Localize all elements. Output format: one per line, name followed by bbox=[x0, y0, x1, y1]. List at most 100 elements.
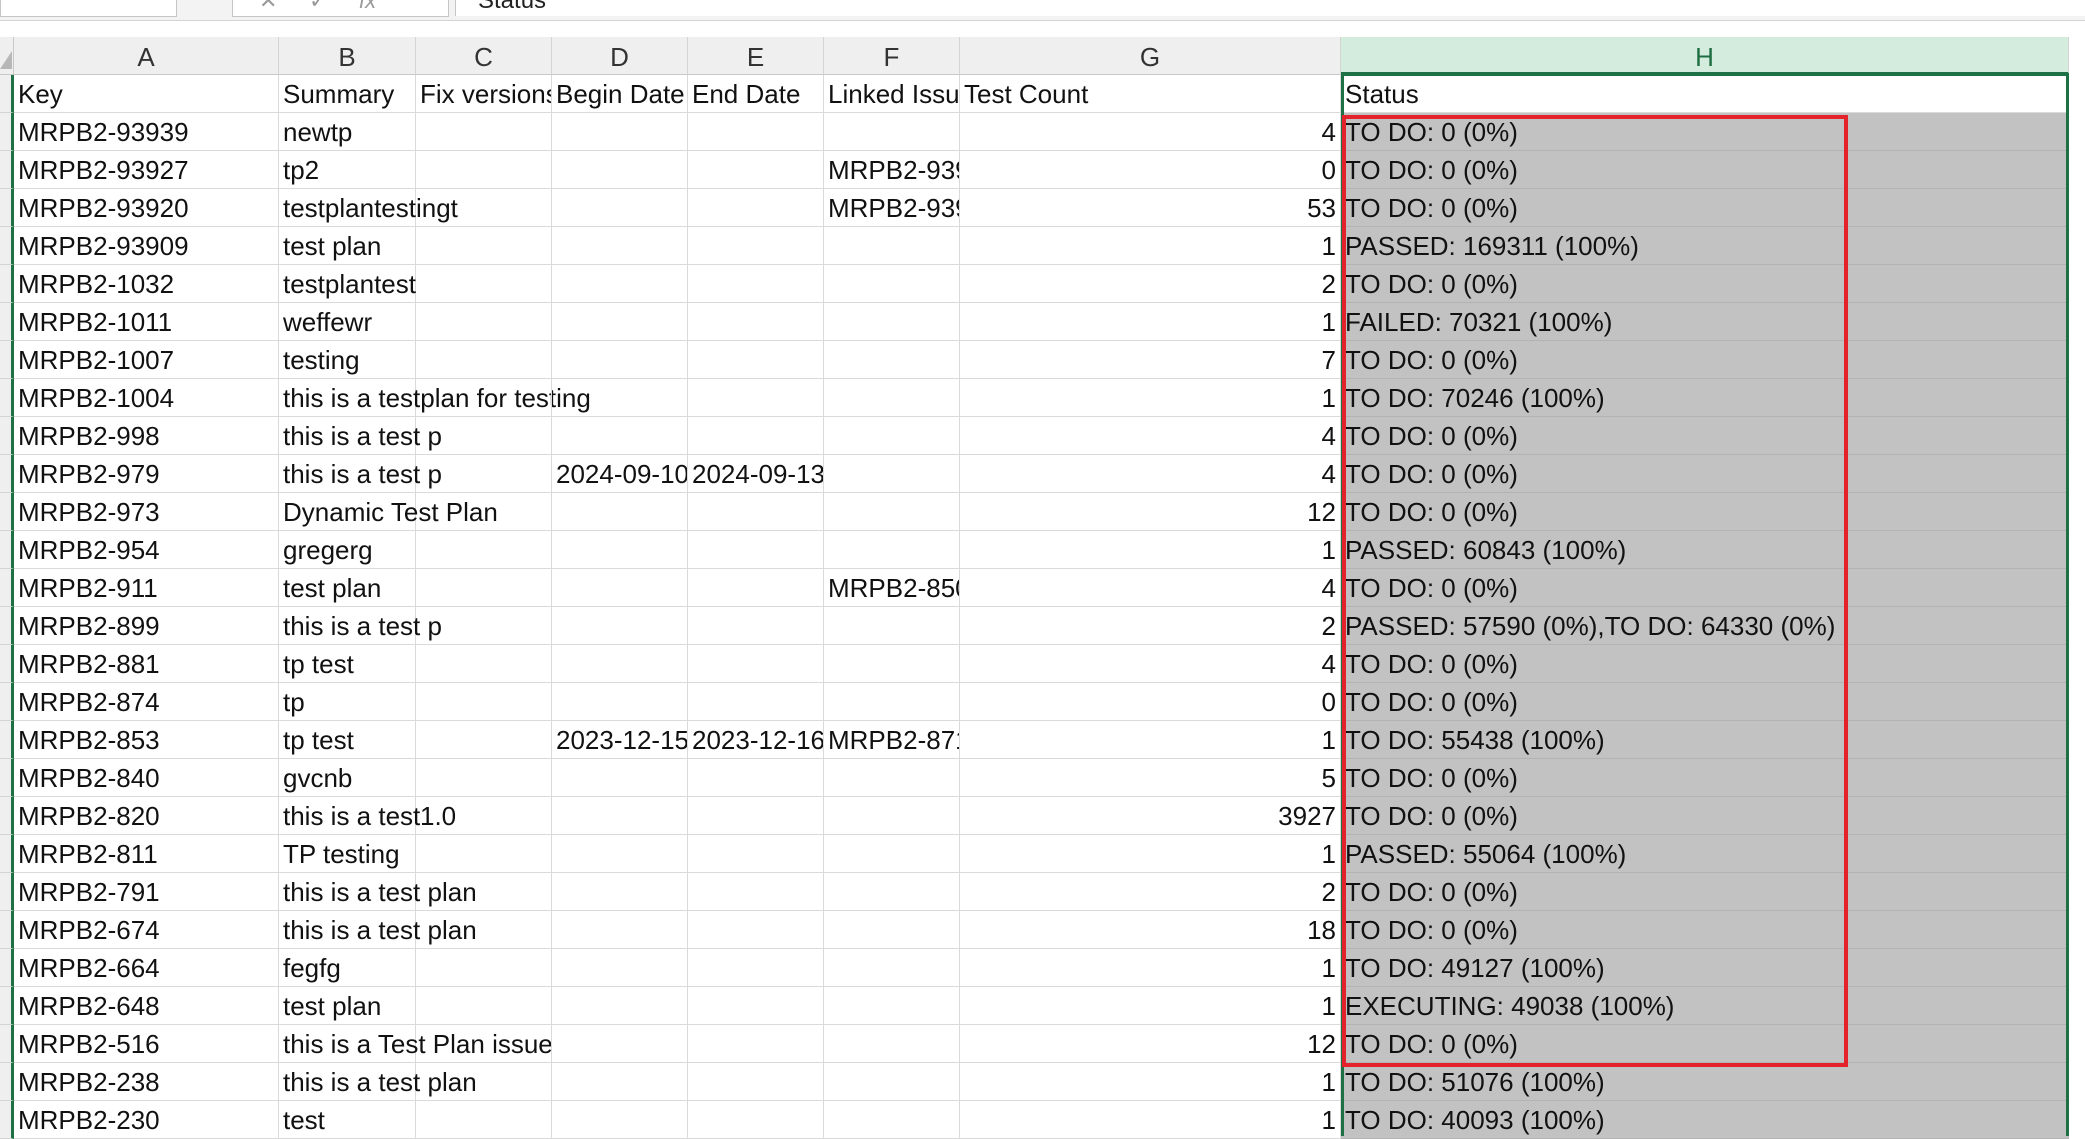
cell-key[interactable]: MRPB2-93927 bbox=[14, 151, 279, 189]
row-header[interactable] bbox=[0, 113, 14, 151]
cell-linked[interactable] bbox=[824, 797, 960, 835]
row-header[interactable] bbox=[0, 683, 14, 721]
row-header[interactable] bbox=[0, 987, 14, 1025]
cell-end[interactable] bbox=[688, 949, 824, 987]
cell-status[interactable]: EXECUTING: 49038 (100%) bbox=[1341, 987, 2069, 1025]
cell-end[interactable] bbox=[688, 189, 824, 227]
cell-end[interactable] bbox=[688, 683, 824, 721]
cell-linked[interactable] bbox=[824, 531, 960, 569]
cell-end[interactable] bbox=[688, 379, 824, 417]
cell-key[interactable]: MRPB2-93939 bbox=[14, 113, 279, 151]
cell-key[interactable]: MRPB2-874 bbox=[14, 683, 279, 721]
cell-status[interactable]: TO DO: 55438 (100%) bbox=[1341, 721, 2069, 759]
cell-fix[interactable] bbox=[416, 835, 552, 873]
cell-linked[interactable] bbox=[824, 607, 960, 645]
cell-count[interactable]: 1 bbox=[960, 721, 1341, 759]
row-header[interactable] bbox=[0, 1025, 14, 1063]
cell-status[interactable]: TO DO: 0 (0%) bbox=[1341, 265, 2069, 303]
cell-linked[interactable] bbox=[824, 379, 960, 417]
cell-fix[interactable] bbox=[416, 1063, 552, 1101]
cell-status[interactable]: PASSED: 60843 (100%) bbox=[1341, 531, 2069, 569]
row-header[interactable] bbox=[0, 873, 14, 911]
row-header[interactable] bbox=[0, 531, 14, 569]
cell-summary[interactable]: this is a Test Plan issue bbox=[279, 1025, 553, 1063]
cell-begin[interactable] bbox=[552, 1101, 688, 1139]
cell-fix[interactable] bbox=[416, 265, 552, 303]
formula-input[interactable]: Status bbox=[455, 0, 2085, 16]
cell-end[interactable] bbox=[688, 227, 824, 265]
header-cell-end-date[interactable]: End Date bbox=[688, 75, 824, 113]
row-header[interactable] bbox=[0, 493, 14, 531]
cell-count[interactable]: 4 bbox=[960, 645, 1341, 683]
select-all-corner[interactable] bbox=[0, 37, 14, 75]
cell-begin[interactable] bbox=[552, 949, 688, 987]
cell-end[interactable] bbox=[688, 531, 824, 569]
cell-key[interactable]: MRPB2-664 bbox=[14, 949, 279, 987]
cell-fix[interactable] bbox=[416, 455, 552, 493]
cell-status[interactable]: TO DO: 0 (0%) bbox=[1341, 113, 2069, 151]
cell-linked[interactable] bbox=[824, 987, 960, 1025]
cell-end[interactable] bbox=[688, 569, 824, 607]
cell-summary[interactable]: this is a test p bbox=[279, 607, 442, 645]
cell-count[interactable]: 1 bbox=[960, 379, 1341, 417]
cell-end[interactable] bbox=[688, 607, 824, 645]
cell-begin[interactable] bbox=[552, 341, 688, 379]
cell-key[interactable]: MRPB2-791 bbox=[14, 873, 279, 911]
cell-linked[interactable] bbox=[824, 265, 960, 303]
cell-count[interactable]: 1 bbox=[960, 227, 1341, 265]
cell-summary[interactable]: tp bbox=[279, 683, 416, 721]
cell-fix[interactable]: 1.0 bbox=[416, 797, 552, 835]
cell-status[interactable]: TO DO: 0 (0%) bbox=[1341, 797, 2069, 835]
row-header[interactable] bbox=[0, 949, 14, 987]
cell-summary[interactable]: test plan bbox=[279, 569, 416, 607]
cell-count[interactable]: 53 bbox=[960, 189, 1341, 227]
cell-end[interactable] bbox=[688, 265, 824, 303]
row-header[interactable] bbox=[0, 417, 14, 455]
cell-summary[interactable]: this is a test plan bbox=[279, 1063, 477, 1101]
row-header[interactable] bbox=[0, 835, 14, 873]
cell-begin[interactable] bbox=[552, 683, 688, 721]
cell-fix[interactable] bbox=[416, 1025, 552, 1063]
cell-count[interactable]: 12 bbox=[960, 1025, 1341, 1063]
cell-linked[interactable] bbox=[824, 455, 960, 493]
column-header-c[interactable]: C bbox=[416, 37, 552, 75]
column-header-h[interactable]: H bbox=[1341, 37, 2069, 75]
row-header[interactable] bbox=[0, 721, 14, 759]
cell-linked[interactable] bbox=[824, 1063, 960, 1101]
cell-fix[interactable] bbox=[416, 189, 552, 227]
cell-end[interactable] bbox=[688, 1101, 824, 1139]
cell-linked[interactable] bbox=[824, 417, 960, 455]
cell-fix[interactable] bbox=[416, 1101, 552, 1139]
row-header[interactable] bbox=[0, 265, 14, 303]
cell-summary[interactable]: test plan bbox=[279, 987, 416, 1025]
cell-end[interactable] bbox=[688, 1025, 824, 1063]
cell-key[interactable]: MRPB2-840 bbox=[14, 759, 279, 797]
cell-fix[interactable] bbox=[416, 341, 552, 379]
cell-key[interactable]: MRPB2-899 bbox=[14, 607, 279, 645]
header-cell-test-count[interactable]: Test Count bbox=[960, 75, 1341, 113]
cell-linked[interactable]: MRPB2-93939 bbox=[824, 151, 960, 189]
cell-status[interactable]: TO DO: 0 (0%) bbox=[1341, 569, 2069, 607]
cell-count[interactable]: 1 bbox=[960, 949, 1341, 987]
column-header-e[interactable]: E bbox=[688, 37, 824, 75]
cell-fix[interactable] bbox=[416, 493, 552, 531]
cell-status[interactable]: TO DO: 0 (0%) bbox=[1341, 417, 2069, 455]
cell-fix[interactable] bbox=[416, 645, 552, 683]
cell-begin[interactable] bbox=[552, 227, 688, 265]
cell-key[interactable]: MRPB2-1011 bbox=[14, 303, 279, 341]
cell-count[interactable]: 4 bbox=[960, 455, 1341, 493]
cell-fix[interactable] bbox=[416, 379, 552, 417]
cell-key[interactable]: MRPB2-954 bbox=[14, 531, 279, 569]
cell-summary[interactable]: this is a testplan for testing bbox=[279, 379, 591, 417]
cell-begin[interactable] bbox=[552, 1063, 688, 1101]
cell-summary[interactable]: this is a test bbox=[279, 797, 420, 835]
cell-count[interactable]: 3927 bbox=[960, 797, 1341, 835]
cell-summary[interactable]: gregerg bbox=[279, 531, 416, 569]
cell-fix[interactable] bbox=[416, 721, 552, 759]
cell-end[interactable] bbox=[688, 911, 824, 949]
cell-fix[interactable] bbox=[416, 113, 552, 151]
cell-begin[interactable] bbox=[552, 417, 688, 455]
cell-status[interactable]: TO DO: 0 (0%) bbox=[1341, 759, 2069, 797]
cell-count[interactable]: 2 bbox=[960, 607, 1341, 645]
cell-summary[interactable]: Dynamic Test Plan bbox=[279, 493, 498, 531]
